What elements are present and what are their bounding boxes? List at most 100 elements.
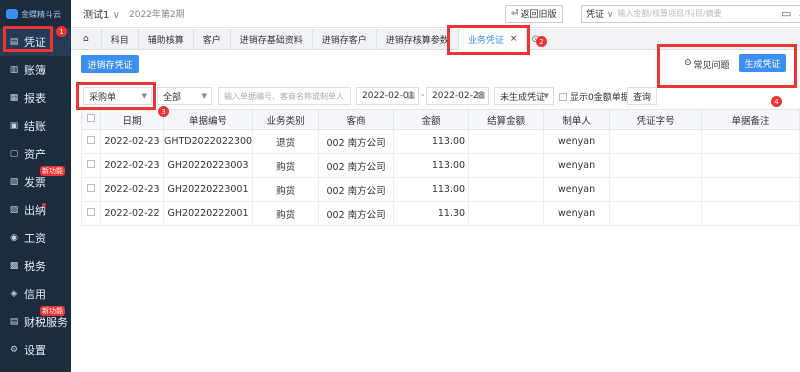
sidebar-item-label: 税务 xyxy=(24,260,46,273)
jxc-voucher-button[interactable]: 进销存凭证 xyxy=(81,55,139,73)
cell-amount: 113.00 xyxy=(393,129,470,154)
back-old-button[interactable]: ⏎ 返回旧版 xyxy=(505,4,563,23)
sidebar-item-cashier[interactable]: ▨ 出纳 xyxy=(0,196,71,224)
cell-voucher-no xyxy=(609,129,703,154)
cell-category: 购货 xyxy=(252,201,320,226)
tab-home[interactable]: ⌂ xyxy=(71,28,102,50)
sidebar-item-invoice[interactable]: ▧ 发票 新功能 xyxy=(0,166,71,196)
logo-text: 金蝶精斗云 xyxy=(21,9,61,19)
table-row[interactable]: 2022-02-22 GH20220222001 购货 002 南方公司 11.… xyxy=(81,201,800,226)
cell-partner: 002 南方公司 xyxy=(318,153,395,178)
faq-link[interactable]: ⊙ 常见问题 xyxy=(684,58,730,71)
cell-category: 购货 xyxy=(252,153,320,178)
sidebar-item-finance-service[interactable]: ▤ 财税服务 新功能 xyxy=(0,306,71,336)
tab-jxc-params[interactable]: 进销存核算参数 xyxy=(377,28,459,50)
sidebar-item-credit[interactable]: ◈ 信用 xyxy=(0,280,71,308)
doc-type-select[interactable]: 采购单 ▼ xyxy=(83,87,152,105)
query-button[interactable]: 查询 xyxy=(627,87,657,105)
sidebar-item-report[interactable]: ▦ 报表 xyxy=(0,84,71,112)
table-row[interactable]: 2022-02-23 GH20220223001 购货 002 南方公司 113… xyxy=(81,177,800,202)
sidebar-item-settings[interactable]: ⚙ 设置 xyxy=(0,336,71,364)
row-checkbox[interactable] xyxy=(81,177,101,202)
status-select[interactable]: 未生成凭证 ▼ xyxy=(494,87,554,105)
cell-creator: wenyan xyxy=(543,201,611,226)
table-row[interactable]: 2022-02-23 GHTD2022022300 退货 002 南方公司 11… xyxy=(81,129,800,154)
keyword-input[interactable]: 输入单据编号、客商名称或制单人 xyxy=(218,87,351,105)
sidebar: 金蝶精斗云 ▤ 凭证 ▥ 账簿 ▦ 报表 ▣ 结账 ▢ 资产 ▧ 发票 新功能 ▨ 出纳 ◉ 工资… xyxy=(0,0,71,372)
tax-icon: ▩ xyxy=(9,261,19,271)
logo-mark-icon xyxy=(6,9,18,19)
cell-remark xyxy=(701,177,800,202)
row-checkbox[interactable] xyxy=(81,129,101,154)
column-header: 单据编号 xyxy=(162,109,254,130)
tab-jxc-customer[interactable]: 进销存客户 xyxy=(313,28,377,50)
close-icon[interactable]: × xyxy=(510,34,518,44)
sidebar-item-label: 报表 xyxy=(24,92,46,105)
cell-date: 2022-02-22 xyxy=(100,201,164,226)
tab-business-voucher[interactable]: 业务凭证 × xyxy=(458,28,528,50)
doc-type-value: 采购单 xyxy=(89,92,117,103)
global-search[interactable]: 凭证 ∨ 输入金额/核算项目/科目/摘要 ⌕ xyxy=(581,4,800,23)
cell-creator: wenyan xyxy=(543,177,611,202)
sidebar-item-ledger[interactable]: ▥ 账簿 xyxy=(0,56,71,84)
topbar: 测试1 ∨ 2022年第2期 ⏎ 返回旧版 凭证 ∨ 输入金额/核算项目/科目/摘… xyxy=(71,0,800,28)
column-header: 结算金额 xyxy=(468,109,545,130)
generate-voucher-button[interactable]: 生成凭证 xyxy=(739,54,786,72)
invoice-icon: ▧ xyxy=(9,177,19,187)
period-label: 2022年第2期 xyxy=(129,10,185,20)
sidebar-item-label: 设置 xyxy=(24,344,46,357)
sidebar-item-label: 凭证 xyxy=(24,36,46,49)
scope-select[interactable]: 全部 ▼ xyxy=(157,87,212,105)
tab-subject[interactable]: 科目 xyxy=(102,28,139,50)
checkbox-icon xyxy=(87,136,95,144)
select-all-checkbox[interactable] xyxy=(81,109,101,130)
cell-voucher-no xyxy=(609,153,703,178)
calendar-icon: ▦ xyxy=(406,91,415,101)
logo: 金蝶精斗云 xyxy=(0,0,71,28)
date-from-input[interactable]: 2022-02-01 ▦ xyxy=(356,87,419,105)
settings-icon: ⚙ xyxy=(9,345,19,355)
caret-down-icon: ▼ xyxy=(201,92,207,100)
column-header: 日期 xyxy=(100,109,164,130)
checkbox-icon xyxy=(87,114,95,122)
search-input[interactable]: 输入金额/核算项目/科目/摘要 xyxy=(617,8,794,19)
sidebar-item-asset[interactable]: ▢ 资产 xyxy=(0,140,71,168)
cell-amount: 113.00 xyxy=(393,177,470,202)
row-checkbox[interactable] xyxy=(81,201,101,226)
cashier-icon: ▨ xyxy=(9,205,19,215)
checkbox-icon xyxy=(559,92,567,101)
search-icon[interactable]: ⌕ xyxy=(795,9,800,19)
cell-date: 2022-02-23 xyxy=(100,129,164,154)
cell-partner: 002 南方公司 xyxy=(318,177,395,202)
table-header: 日期 单据编号 业务类别 客商 金额 结算金额 制单人 凭证字号 单据备注 xyxy=(81,109,800,130)
tab-bar: ⌂ 科目 辅助核算 客户 进销存基础资料 进销存客户 进销存核算参数 业务凭证 ×… xyxy=(71,28,800,50)
annotation-badge-2: 2 xyxy=(536,36,547,47)
sidebar-item-tax[interactable]: ▩ 税务 xyxy=(0,252,71,280)
tab-customer[interactable]: 客户 xyxy=(194,28,231,50)
cell-creator: wenyan xyxy=(543,129,611,154)
sidebar-item-salary[interactable]: ◉ 工资 xyxy=(0,224,71,252)
search-type-selector[interactable]: 凭证 ∨ xyxy=(582,7,617,20)
row-checkbox[interactable] xyxy=(81,153,101,178)
tab-auxiliary[interactable]: 辅助核算 xyxy=(139,28,194,50)
close-account-icon: ▣ xyxy=(9,121,19,131)
table-row[interactable]: 2022-02-23 GH20220223003 购货 002 南方公司 113… xyxy=(81,153,800,178)
cell-remark xyxy=(701,201,800,226)
date-to-input[interactable]: 2022-02-28 ▦ xyxy=(426,87,489,105)
account-selector[interactable]: 测试1 ∨ xyxy=(83,6,120,21)
tab-jxc-basic[interactable]: 进销存基础资料 xyxy=(231,28,313,50)
status-value: 未生成凭证 xyxy=(500,92,546,103)
checkbox-icon xyxy=(87,160,95,168)
sidebar-item-label: 财税服务 xyxy=(24,316,68,329)
column-header: 凭证字号 xyxy=(609,109,703,130)
show-zero-checkbox[interactable]: 显示0金额单据 xyxy=(559,90,630,103)
cell-date: 2022-02-23 xyxy=(100,177,164,202)
cell-doc-number: GH20220223003 xyxy=(162,153,254,178)
cell-voucher-no xyxy=(609,177,703,202)
calendar-icon[interactable]: ▭ xyxy=(781,7,791,20)
cell-voucher-no xyxy=(609,201,703,226)
chevron-down-icon: ∨ xyxy=(606,10,614,20)
cell-amount: 113.00 xyxy=(393,153,470,178)
sidebar-item-close-account[interactable]: ▣ 结账 xyxy=(0,112,71,140)
cell-partner: 002 南方公司 xyxy=(318,129,395,154)
